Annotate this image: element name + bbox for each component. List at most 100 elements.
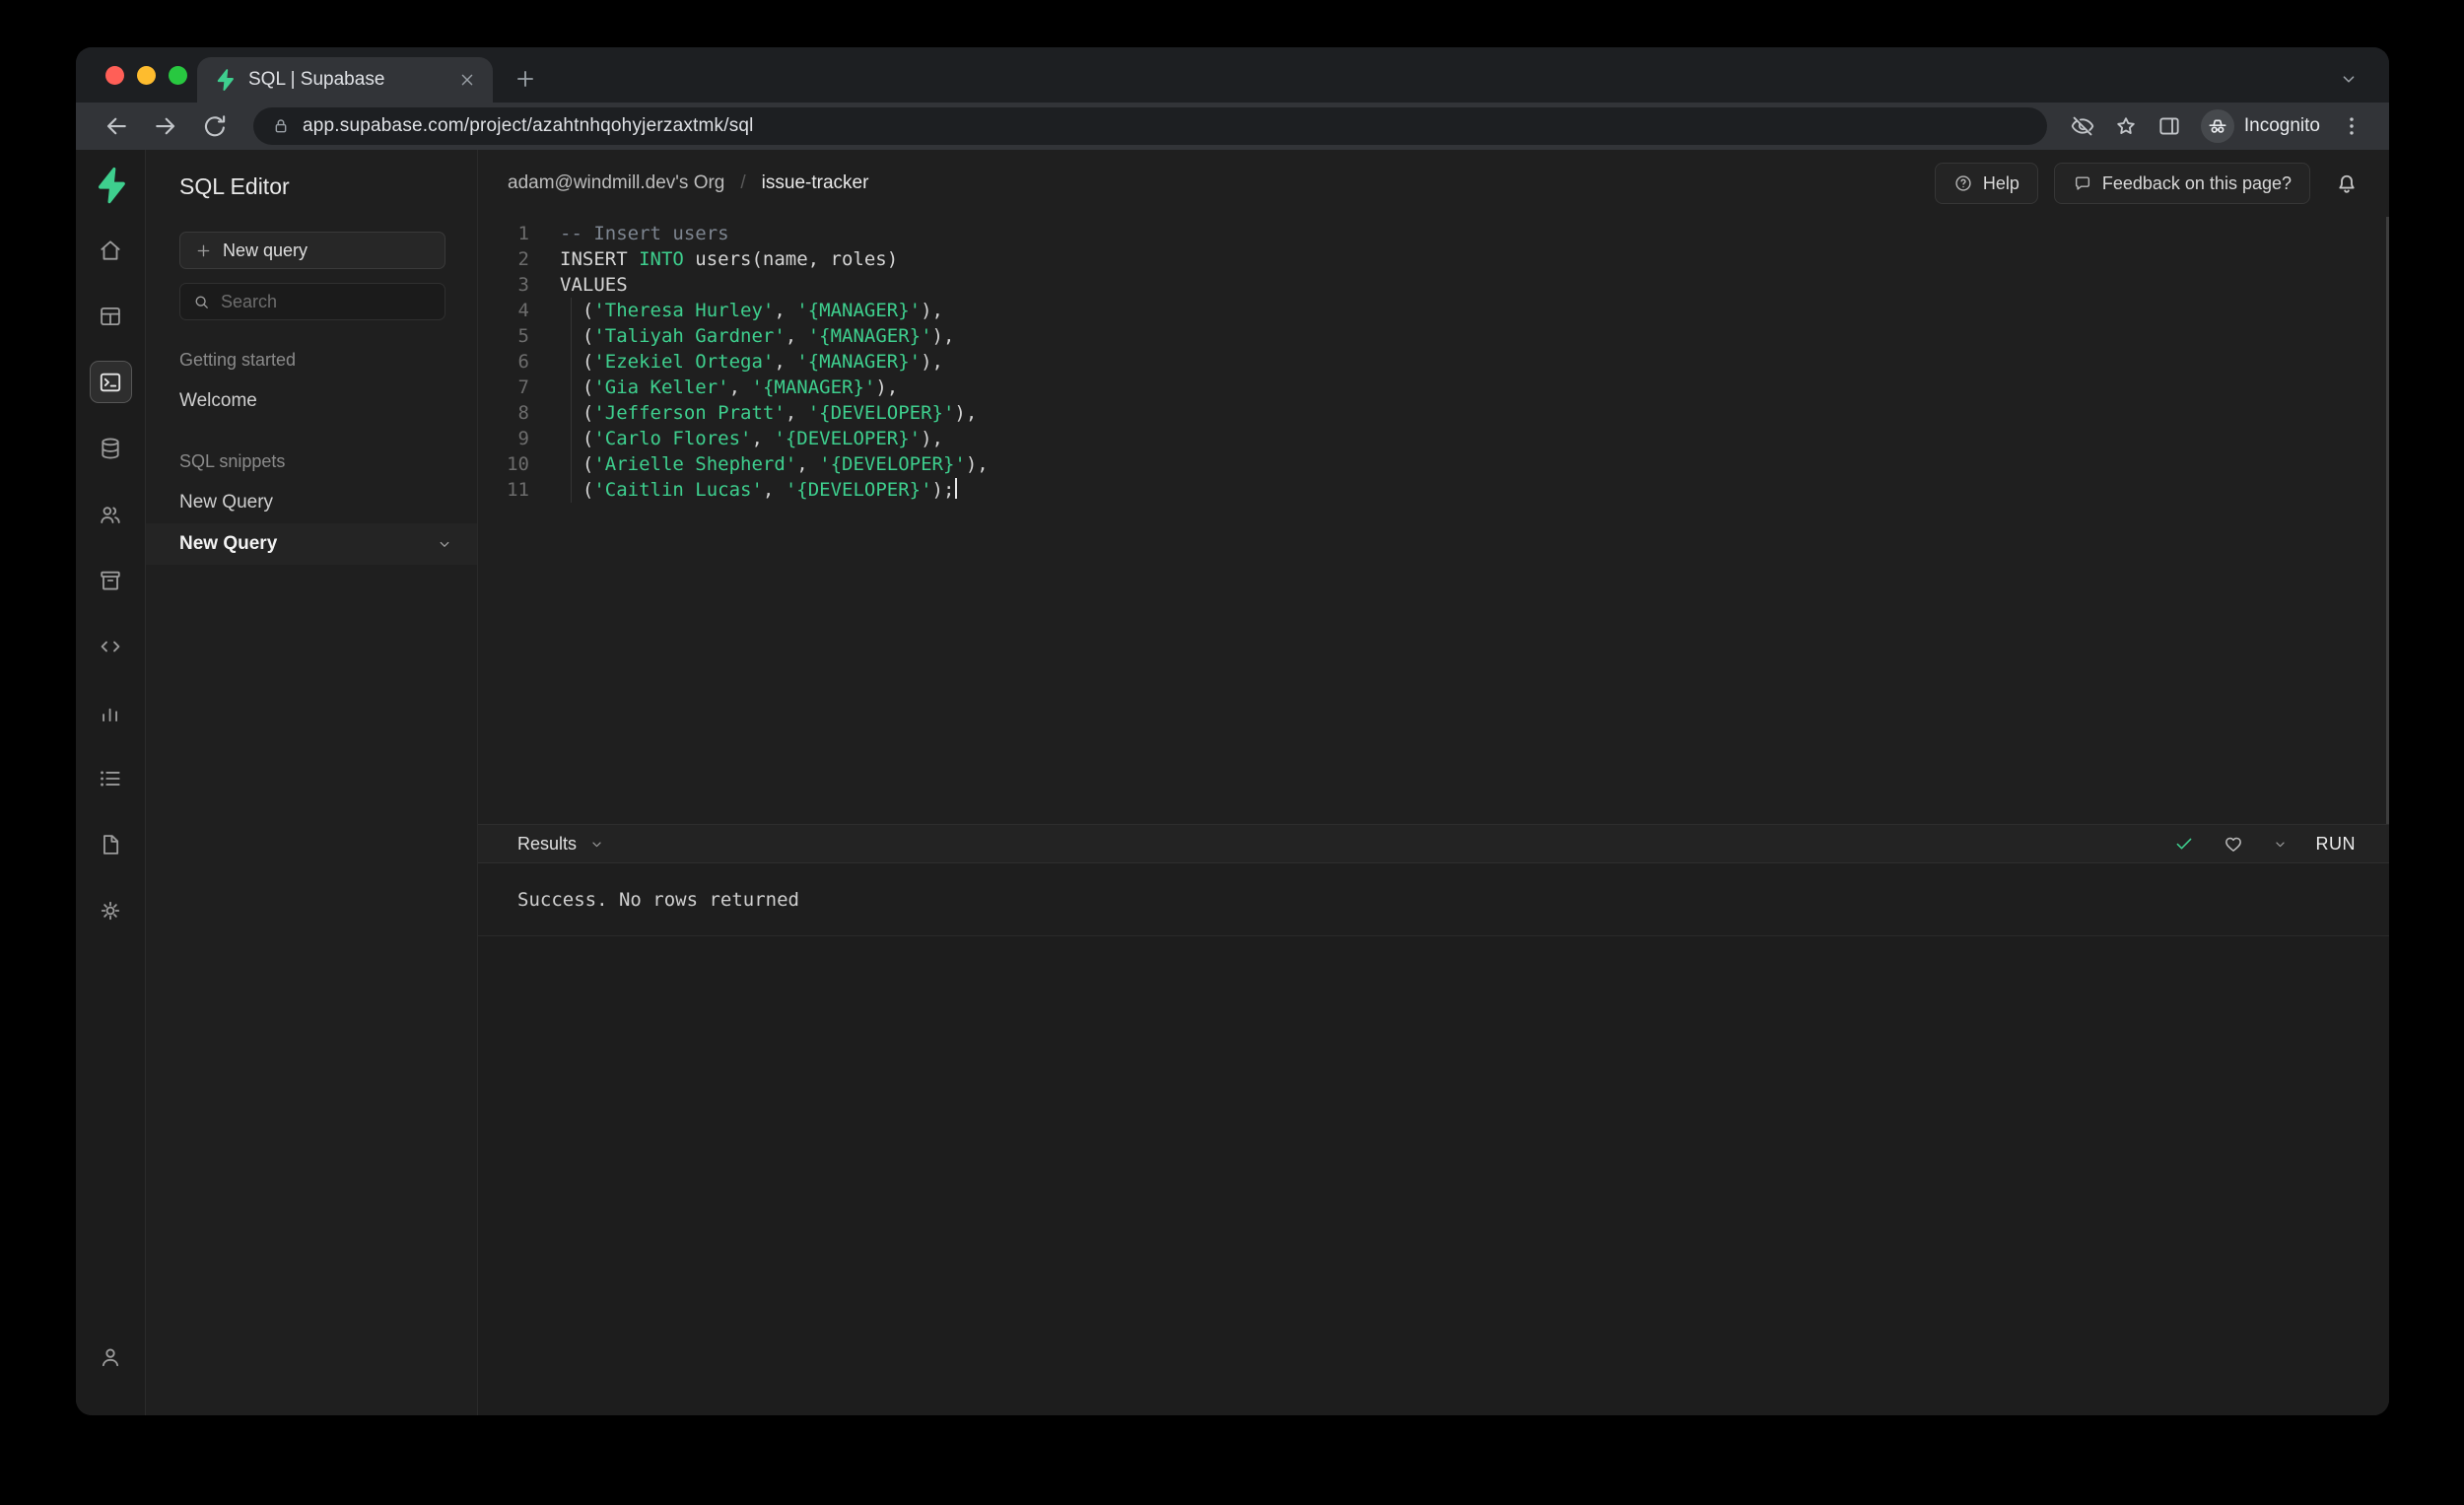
- nav-rail: [76, 150, 146, 1415]
- line-number: 8: [517, 402, 529, 424]
- search-input[interactable]: [221, 291, 433, 312]
- back-icon[interactable]: [102, 111, 131, 141]
- tab-strip: SQL | Supabase: [76, 47, 2389, 103]
- page-title: SQL Editor: [179, 173, 290, 199]
- main-content: adam@windmill.dev's Org / issue-tracker …: [478, 150, 2389, 1415]
- code-line[interactable]: 1 -- Insert users: [478, 221, 2389, 246]
- sidebar-item-welcome[interactable]: Welcome: [146, 380, 477, 422]
- forward-icon[interactable]: [151, 111, 180, 141]
- code-line[interactable]: 11 ('Caitlin Lucas', '{DEVELOPER}');: [478, 477, 2389, 503]
- results-bar: Results RUN: [478, 824, 2389, 863]
- text-cursor: [955, 478, 958, 499]
- line-number: 6: [517, 351, 529, 373]
- code-line[interactable]: 4 ('Theresa Hurley', '{MANAGER}'),: [478, 298, 2389, 323]
- table-editor-nav-icon[interactable]: [90, 295, 132, 337]
- code-line[interactable]: 5 ('Taliyah Gardner', '{MANAGER}'),: [478, 323, 2389, 349]
- line-number: 2: [517, 248, 529, 270]
- new-query-button-label: New query: [223, 239, 308, 260]
- logs-nav-icon[interactable]: [90, 757, 132, 799]
- supabase-favicon-icon: [213, 68, 237, 92]
- sidebar-item-label: New Query: [179, 492, 274, 513]
- docs-nav-icon[interactable]: [90, 823, 132, 865]
- editor-scrollbar[interactable]: [2386, 217, 2389, 824]
- settings-nav-icon[interactable]: [90, 889, 132, 931]
- feedback-button-label: Feedback on this page?: [2101, 172, 2292, 193]
- code-line[interactable]: 3 VALUES: [478, 272, 2389, 298]
- bookmark-star-icon[interactable]: [2113, 113, 2139, 139]
- close-tab-icon[interactable]: [457, 70, 477, 90]
- favorite-heart-icon[interactable]: [2223, 833, 2244, 855]
- line-number: 3: [517, 274, 529, 296]
- supabase-app: SQL Editor New query Getting started Welc…: [76, 150, 2389, 1415]
- authentication-nav-icon[interactable]: [90, 493, 132, 535]
- incognito-profile-chip[interactable]: Incognito: [2200, 109, 2320, 143]
- url-text: app.supabase.com/project/azahtnhqohyjerz…: [303, 115, 754, 136]
- storage-nav-icon[interactable]: [90, 559, 132, 601]
- run-options-chevron-icon[interactable]: [2272, 836, 2289, 853]
- search-icon: [192, 293, 211, 311]
- code-line[interactable]: 6 ('Ezekiel Ortega', '{MANAGER}'),: [478, 349, 2389, 375]
- sidebar: SQL Editor New query Getting started Welc…: [146, 150, 478, 1415]
- supabase-logo-icon[interactable]: [91, 166, 130, 205]
- help-circle-icon: [1953, 173, 1973, 193]
- sidebar-section-label: Getting started: [179, 350, 297, 370]
- reload-icon[interactable]: [200, 111, 230, 141]
- sql-editor-nav-icon[interactable]: [89, 361, 132, 403]
- line-number: 5: [517, 325, 529, 347]
- help-button[interactable]: Help: [1934, 163, 2038, 204]
- api-nav-icon[interactable]: [90, 625, 132, 667]
- code-line[interactable]: 7 ('Gia Keller', '{MANAGER}'),: [478, 375, 2389, 400]
- home-nav-icon[interactable]: [90, 229, 132, 271]
- plus-icon: [194, 241, 213, 260]
- results-tab[interactable]: Results: [517, 834, 577, 855]
- sidebar-section: SQL snippets New Query New Query: [146, 451, 477, 565]
- line-number: 7: [517, 376, 529, 398]
- sidebar-item-new-query[interactable]: New Query: [146, 482, 477, 523]
- tab-list-chevron-icon[interactable]: [2338, 68, 2360, 90]
- browser-window: SQL | Supabase app.supabase.com/project/…: [76, 47, 2389, 1415]
- indent-guide: [571, 298, 572, 503]
- code-line[interactable]: 9 ('Carlo Flores', '{DEVELOPER}'),: [478, 426, 2389, 451]
- new-query-button[interactable]: New query: [179, 232, 445, 269]
- line-number: 10: [507, 453, 529, 475]
- sidebar-section-label: SQL snippets: [179, 451, 286, 471]
- results-empty-area: [478, 936, 2389, 1415]
- tab-title: SQL | Supabase: [248, 69, 385, 90]
- sidebar-item-label: New Query: [179, 533, 278, 554]
- feedback-button[interactable]: Feedback on this page?: [2053, 163, 2310, 204]
- code-line[interactable]: 10 ('Arielle Shepherd', '{DEVELOPER}'),: [478, 451, 2389, 477]
- database-nav-icon[interactable]: [90, 427, 132, 469]
- run-button[interactable]: RUN: [2316, 834, 2357, 855]
- zoom-window-button[interactable]: [169, 65, 187, 85]
- results-chevron-icon[interactable]: [588, 836, 605, 853]
- side-panel-icon[interactable]: [2156, 113, 2182, 139]
- close-window-button[interactable]: [105, 65, 124, 85]
- eye-off-icon[interactable]: [2070, 113, 2095, 139]
- address-bar[interactable]: app.supabase.com/project/azahtnhqohyjerz…: [253, 107, 2047, 145]
- line-number: 4: [517, 300, 529, 321]
- browser-menu-kebab-icon[interactable]: [2339, 113, 2364, 139]
- code-line[interactable]: 8 ('Jefferson Pratt', '{DEVELOPER}'),: [478, 400, 2389, 426]
- chat-bubble-icon: [2073, 173, 2092, 193]
- sidebar-section: Getting started Welcome: [146, 350, 477, 422]
- breadcrumb-org[interactable]: adam@windmill.dev's Org: [508, 172, 724, 194]
- sidebar-item-new-query[interactable]: New Query: [146, 523, 477, 565]
- browser-tab[interactable]: SQL | Supabase: [197, 57, 493, 103]
- new-tab-button[interactable]: [513, 66, 538, 92]
- breadcrumb-separator: /: [740, 172, 746, 193]
- project-topbar: adam@windmill.dev's Org / issue-tracker …: [478, 150, 2389, 217]
- window-controls: [105, 47, 187, 103]
- account-nav-icon[interactable]: [90, 1335, 132, 1378]
- chevron-down-icon[interactable]: [436, 535, 453, 553]
- sql-code-editor[interactable]: 1 -- Insert users 2 INSERT INTO users(name,…: [478, 217, 2389, 824]
- line-number: 9: [517, 428, 529, 449]
- line-number: 11: [507, 479, 529, 501]
- notifications-bell-icon[interactable]: [2334, 171, 2360, 196]
- code-line[interactable]: 2 INSERT INTO users(name, roles): [478, 246, 2389, 272]
- query-valid-check-icon: [2173, 833, 2195, 855]
- minimize-window-button[interactable]: [137, 65, 156, 85]
- results-output: Success. No rows returned: [478, 863, 2389, 936]
- reports-nav-icon[interactable]: [90, 691, 132, 733]
- search-box[interactable]: [179, 283, 445, 320]
- breadcrumb-project[interactable]: issue-tracker: [762, 172, 869, 194]
